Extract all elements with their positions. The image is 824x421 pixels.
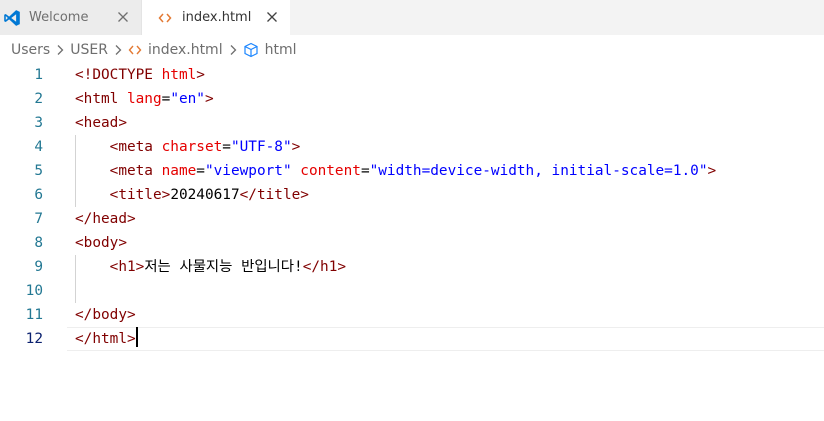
code-token: "width=device-width, initial-scale=1.0" (369, 163, 708, 179)
code-token: <h1> (109, 259, 145, 275)
code-line[interactable]: 5 <meta name="viewport" content="width=d… (0, 159, 824, 183)
code-token: = (360, 163, 370, 179)
code-token: > (196, 67, 205, 83)
breadcrumb: Users USER index.html html (0, 35, 824, 65)
code-text: <html lang="en"> (75, 87, 214, 111)
breadcrumb-user[interactable]: USER (70, 42, 108, 58)
code-token: 20240617 (170, 187, 240, 203)
line-number: 8 (34, 235, 43, 251)
code-token: <!DOCTYPE (75, 67, 162, 83)
code-token: </html> (75, 331, 136, 347)
close-icon[interactable] (115, 9, 131, 25)
line-number: 9 (34, 259, 43, 275)
tab-label: Welcome (29, 10, 89, 25)
line-number: 10 (25, 283, 43, 299)
code-token: </h1> (302, 259, 347, 275)
code-token: </title> (239, 187, 309, 203)
code-token: </body> (75, 307, 136, 323)
code-line[interactable]: 2 <html lang="en"> (0, 87, 824, 111)
code-text: </body> (75, 303, 136, 327)
code-text: <head> (75, 111, 127, 135)
line-number: 3 (34, 115, 43, 131)
code-token: > (707, 163, 717, 179)
code-token: <html (75, 91, 127, 107)
code-text: </head> (75, 207, 136, 231)
code-token: > (204, 91, 214, 107)
code-text: <meta charset="UTF-8"> (75, 135, 301, 159)
code-text: <body> (75, 231, 127, 255)
html-file-icon (128, 44, 142, 56)
code-token: <meta (109, 163, 162, 179)
code-text: </html> (75, 327, 138, 351)
line-number: 2 (34, 91, 43, 107)
tab-index-html[interactable]: index.html (142, 0, 290, 35)
line-number: 7 (34, 211, 43, 227)
chevron-right-icon (229, 44, 237, 56)
chevron-right-icon (114, 44, 122, 56)
code-line[interactable]: 6 <title>20240617</title> (0, 183, 824, 207)
code-token: = (196, 163, 205, 179)
code-text: <meta name="viewport" content="width=dev… (75, 159, 717, 183)
code-token: "UTF-8" (230, 139, 292, 155)
tab-welcome[interactable]: Welcome (0, 0, 142, 35)
breadcrumb-users[interactable]: Users (11, 42, 50, 58)
code-token: </head> (75, 211, 136, 227)
code-token: content (300, 163, 361, 179)
code-line[interactable]: 1 <!DOCTYPE html> (0, 63, 824, 87)
tab-label: index.html (182, 10, 252, 25)
code-line[interactable]: 10 (0, 279, 824, 303)
line-number: 12 (25, 331, 43, 347)
code-token: "en" (170, 91, 205, 107)
line-number: 11 (25, 307, 43, 323)
code-token: <meta (109, 139, 162, 155)
code-token: charset (161, 139, 223, 155)
code-line[interactable]: 4 <meta charset="UTF-8"> (0, 135, 824, 159)
chevron-right-icon (56, 44, 64, 56)
code-editor[interactable]: 1 <!DOCTYPE html> 2 <html lang="en"> 3 <head>… (0, 63, 824, 421)
breadcrumb-html-element[interactable]: html (243, 42, 296, 58)
code-token: 저는 사물지능 반입니다! (144, 259, 303, 275)
html-file-icon (156, 9, 174, 27)
code-token: <body> (75, 235, 127, 251)
code-token: = (161, 91, 171, 107)
current-line-highlight (67, 327, 824, 351)
cube-symbol-icon (243, 42, 259, 58)
vscode-logo-icon (3, 9, 21, 27)
code-token: name (161, 163, 197, 179)
code-token: > (291, 139, 301, 155)
breadcrumb-index-html[interactable]: index.html (128, 42, 223, 58)
code-line[interactable]: 12 </html> (0, 327, 824, 351)
code-text: <!DOCTYPE html> (75, 63, 205, 87)
code-token: lang (126, 91, 162, 107)
code-line[interactable]: 11 </body> (0, 303, 824, 327)
code-token: html (161, 67, 197, 83)
code-line[interactable]: 3 <head> (0, 111, 824, 135)
tab-bar: Welcome index.html (0, 0, 824, 35)
code-line[interactable]: 9 <h1>저는 사물지능 반입니다!</h1> (0, 255, 824, 279)
code-token: <title> (109, 187, 171, 203)
text-cursor (135, 327, 138, 347)
code-text: <h1>저는 사물지능 반입니다!</h1> (75, 255, 346, 279)
close-icon[interactable] (264, 9, 280, 25)
line-number: 6 (34, 187, 43, 203)
line-number: 5 (34, 163, 43, 179)
code-token: <head> (75, 115, 127, 131)
indent-guide (75, 279, 76, 303)
code-token: = (222, 139, 231, 155)
code-line[interactable]: 8 <body> (0, 231, 824, 255)
line-number: 4 (34, 139, 43, 155)
code-line[interactable]: 7 </head> (0, 207, 824, 231)
line-number: 1 (34, 67, 43, 83)
code-text: <title>20240617</title> (75, 183, 309, 207)
code-token: "viewport" (204, 163, 292, 179)
